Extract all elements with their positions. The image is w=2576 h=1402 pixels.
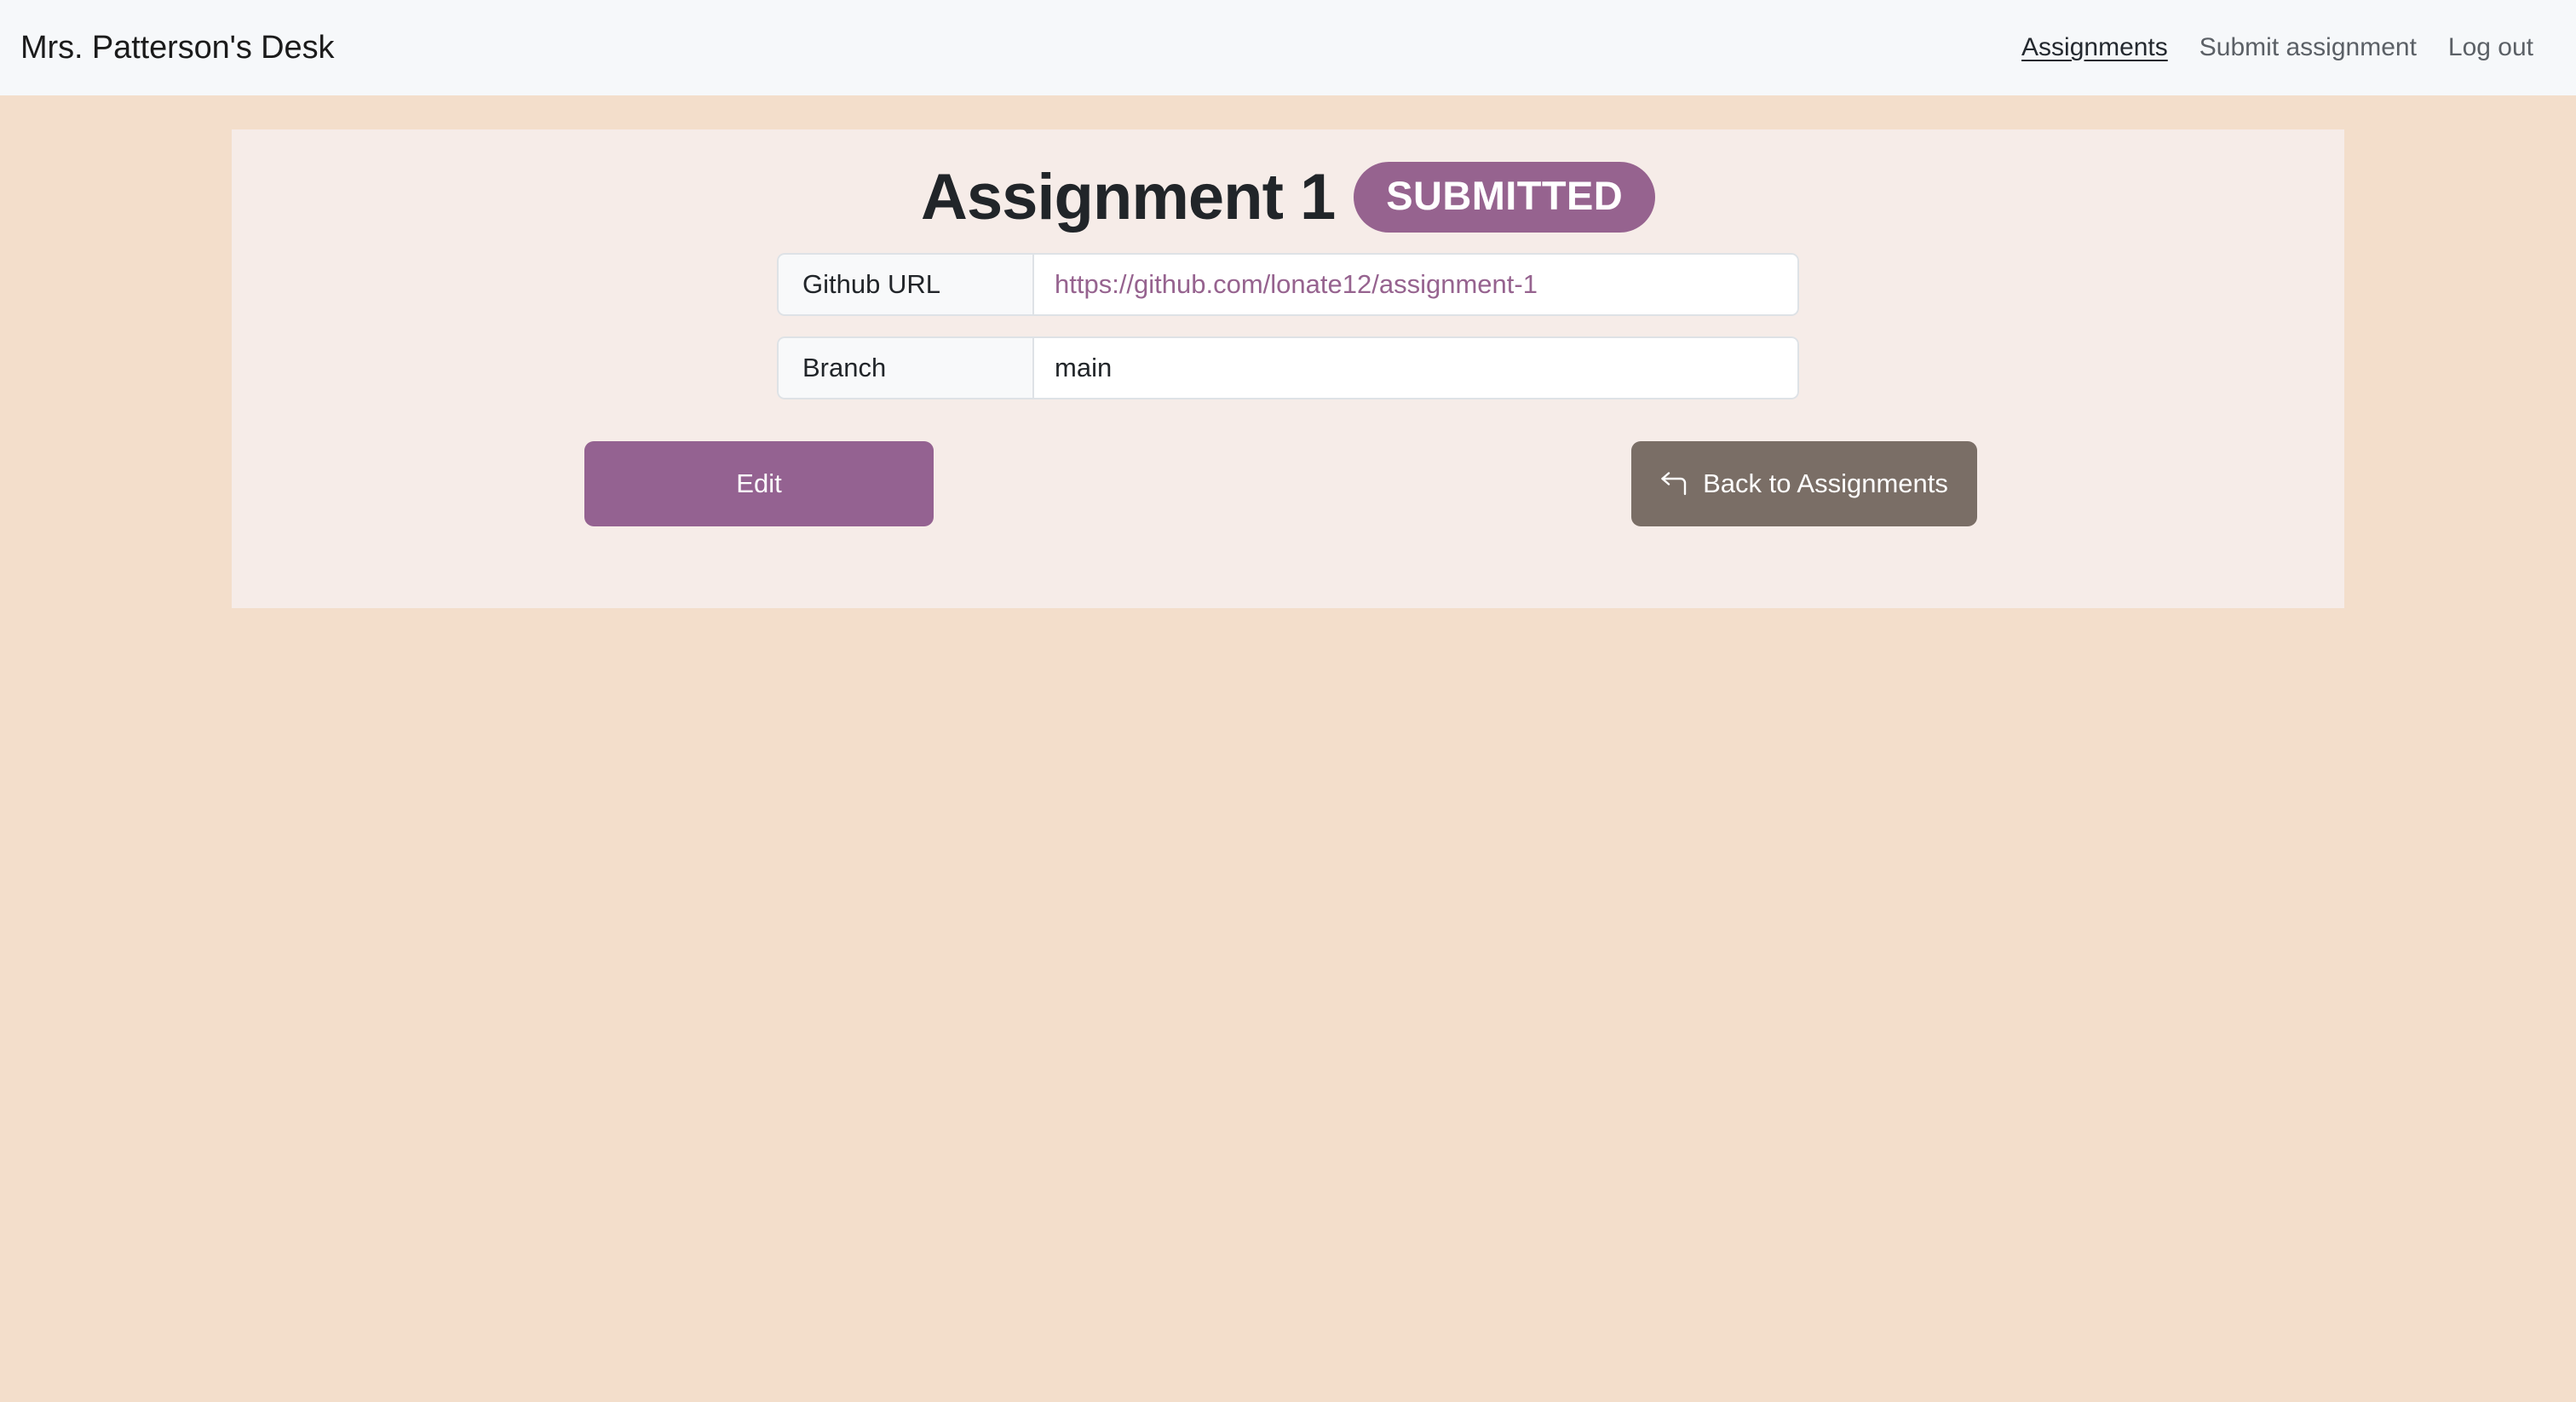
top-navbar: Mrs. Patterson's Desk Assignments Submit… (0, 0, 2576, 95)
github-url-label: Github URL (777, 253, 1032, 316)
field-list: Github URL https://github.com/lonate12/a… (232, 253, 2344, 399)
nav-links: Assignments Submit assignment Log out (2021, 33, 2533, 62)
brand-title[interactable]: Mrs. Patterson's Desk (20, 30, 334, 66)
branch-value[interactable]: main (1032, 336, 1799, 399)
page-title: Assignment 1 (920, 160, 1336, 233)
branch-label: Branch (777, 336, 1032, 399)
nav-link-submit-assignment[interactable]: Submit assignment (2199, 33, 2417, 62)
assignment-card: Assignment 1 SUBMITTED Github URL https:… (232, 129, 2344, 608)
title-row: Assignment 1 SUBMITTED (232, 162, 2344, 233)
back-to-assignments-button[interactable]: Back to Assignments (1631, 441, 1977, 526)
github-url-value[interactable]: https://github.com/lonate12/assignment-1 (1032, 253, 1799, 316)
arrow-turn-up-left-icon (1660, 471, 1689, 497)
edit-button[interactable]: Edit (584, 441, 934, 526)
status-badge: SUBMITTED (1354, 162, 1656, 233)
nav-link-log-out[interactable]: Log out (2448, 33, 2533, 62)
github-url-field: Github URL https://github.com/lonate12/a… (777, 253, 1799, 316)
card-actions: Edit Back to Assignments (232, 441, 2344, 535)
nav-link-assignments[interactable]: Assignments (2021, 33, 2168, 62)
back-to-assignments-label: Back to Assignments (1703, 468, 1948, 498)
branch-field: Branch main (777, 336, 1799, 399)
